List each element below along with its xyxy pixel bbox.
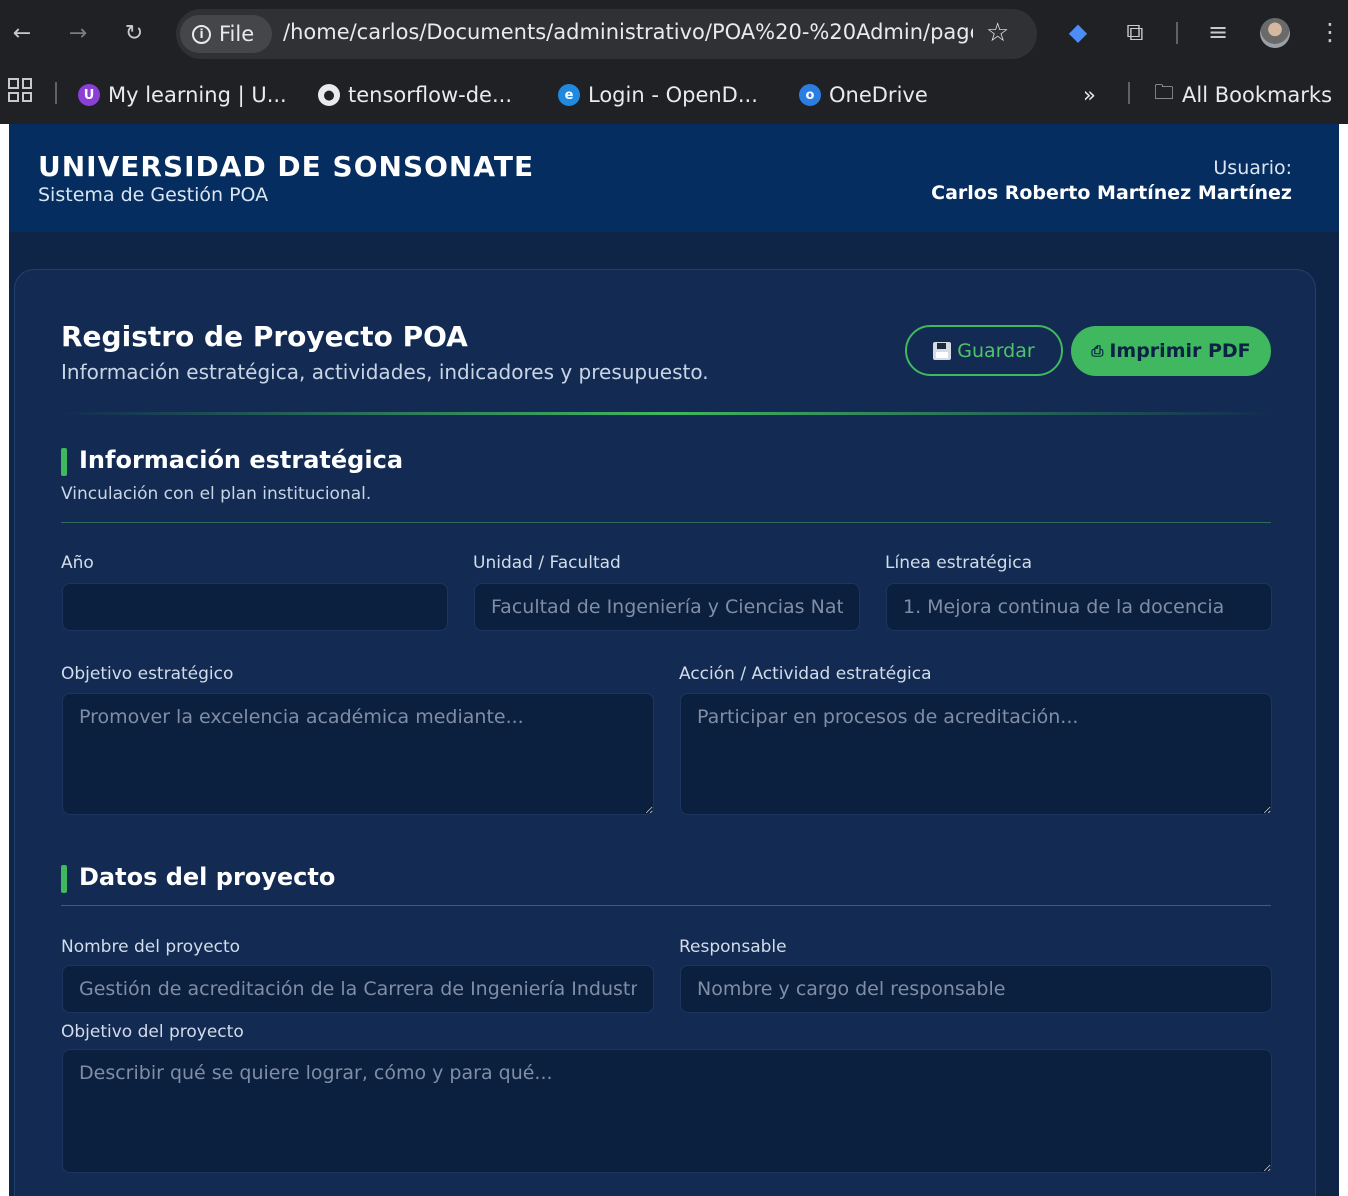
strategic-objective-label: Objetivo estratégico bbox=[61, 664, 234, 684]
save-button[interactable]: Guardar bbox=[905, 325, 1063, 376]
project-name-label: Nombre del proyecto bbox=[61, 937, 241, 957]
university-title: UNIVERSIDAD DE SONSONATE bbox=[38, 150, 535, 183]
section-title-project: Datos del proyecto bbox=[79, 863, 336, 891]
system-subtitle: Sistema de Gestión POA bbox=[38, 184, 269, 206]
address-bar[interactable]: i File /home/carlos/Documents/administra… bbox=[176, 9, 1037, 59]
bookmarks-divider bbox=[55, 82, 57, 104]
project-form-card: Registro de Proyecto POA Información est… bbox=[14, 269, 1316, 1196]
udemy-icon: U bbox=[78, 84, 100, 106]
edge-icon: e bbox=[558, 84, 580, 106]
section-divider bbox=[61, 522, 1271, 523]
printer-icon: ⎙ bbox=[1091, 342, 1104, 360]
site-info-label: File bbox=[219, 22, 255, 46]
strategic-line-input[interactable] bbox=[886, 583, 1272, 631]
header-divider bbox=[61, 412, 1271, 415]
strategic-line-label: Línea estratégica bbox=[885, 553, 1033, 573]
url-text[interactable]: /home/carlos/Documents/administrativo/PO… bbox=[283, 20, 973, 44]
folder-icon: 🗀 bbox=[1154, 80, 1174, 104]
outlook-icon: o bbox=[799, 84, 821, 106]
page-title: Registro de Proyecto POA bbox=[61, 320, 468, 353]
profile-avatar[interactable] bbox=[1260, 18, 1290, 48]
forward-arrow-icon[interactable]: → bbox=[62, 17, 94, 49]
print-pdf-button[interactable]: ⎙ Imprimir PDF bbox=[1071, 326, 1271, 376]
section-subtitle-strategic: Vinculación con el plan institucional. bbox=[61, 484, 372, 504]
media-queue-icon[interactable]: ≡ bbox=[1202, 16, 1234, 48]
back-arrow-icon[interactable]: ← bbox=[6, 17, 38, 49]
reload-icon[interactable]: ↻ bbox=[118, 17, 150, 49]
strategic-action-label: Acción / Actividad estratégica bbox=[679, 664, 932, 684]
bookmarks-overflow-button[interactable]: » bbox=[1083, 78, 1096, 112]
bookmarks-divider-2 bbox=[1128, 82, 1130, 104]
unit-input[interactable] bbox=[474, 583, 860, 631]
project-name-input[interactable] bbox=[62, 965, 654, 1013]
year-label: Año bbox=[61, 553, 94, 573]
bookmark-onedrive[interactable]: o OneDrive bbox=[799, 78, 928, 112]
responsible-input[interactable] bbox=[680, 965, 1272, 1013]
app-header: UNIVERSIDAD DE SONSONATE Sistema de Gest… bbox=[9, 124, 1339, 232]
site-info-chip[interactable]: i File bbox=[180, 15, 272, 53]
browser-chrome: ← → ↻ i File /home/carlos/Documents/admi… bbox=[0, 0, 1348, 124]
apps-grid-icon[interactable] bbox=[8, 78, 32, 102]
unit-label: Unidad / Facultad bbox=[473, 553, 621, 573]
user-label: Usuario: bbox=[1213, 157, 1292, 179]
year-input[interactable] bbox=[62, 583, 448, 631]
responsible-label: Responsable bbox=[679, 937, 787, 957]
app-viewport: UNIVERSIDAD DE SONSONATE Sistema de Gest… bbox=[9, 124, 1339, 1196]
section-title-strategic: Información estratégica bbox=[79, 446, 404, 474]
floppy-disk-icon bbox=[933, 341, 952, 360]
browser-toolbar: ← → ↻ i File /home/carlos/Documents/admi… bbox=[0, 0, 1348, 66]
user-name: Carlos Roberto Martínez Martínez bbox=[931, 182, 1292, 204]
bookmark-star-icon[interactable]: ☆ bbox=[986, 18, 1009, 48]
bookmark-tensorflow[interactable]: ● tensorflow-de... bbox=[318, 78, 512, 112]
section-divider bbox=[61, 905, 1271, 906]
project-objective-label: Objetivo del proyecto bbox=[61, 1022, 244, 1042]
toolbar-divider bbox=[1176, 22, 1178, 44]
section-accent-bar bbox=[61, 448, 67, 476]
project-objective-textarea[interactable] bbox=[62, 1049, 1272, 1173]
bookmark-login-opend[interactable]: e Login - OpenD... bbox=[558, 78, 758, 112]
extensions-puzzle-icon[interactable]: ⧉ bbox=[1119, 16, 1151, 48]
menu-kebab-icon[interactable]: ⋮ bbox=[1314, 16, 1346, 48]
strategic-action-textarea[interactable] bbox=[680, 693, 1272, 815]
bookmark-my-learning[interactable]: U My learning | U... bbox=[78, 78, 287, 112]
extension-mortarboard-icon[interactable]: ◆ bbox=[1062, 16, 1094, 48]
section-accent-bar bbox=[61, 865, 67, 893]
bookmarks-bar: U My learning | U... ● tensorflow-de... … bbox=[0, 66, 1348, 124]
strategic-objective-textarea[interactable] bbox=[62, 693, 654, 815]
page-subtitle: Información estratégica, actividades, in… bbox=[61, 360, 709, 384]
info-icon: i bbox=[192, 24, 211, 44]
all-bookmarks-button[interactable]: 🗀 All Bookmarks bbox=[1154, 78, 1332, 112]
github-icon: ● bbox=[318, 84, 340, 106]
